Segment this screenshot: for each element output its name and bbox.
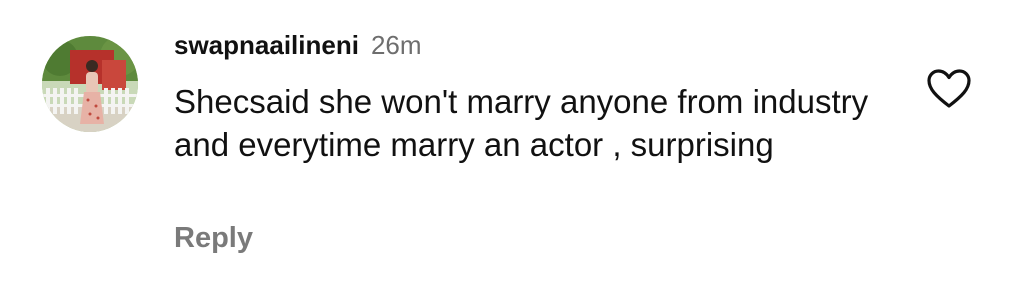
- reply-button[interactable]: Reply: [174, 222, 253, 255]
- avatar[interactable]: [42, 36, 138, 132]
- avatar-photo: [42, 36, 138, 132]
- heart-icon[interactable]: [926, 68, 972, 110]
- timestamp: 26m: [370, 30, 422, 60]
- username[interactable]: swapnaailineni: [174, 30, 359, 61]
- comment-content: swapnaailineni 26m Shecsaid she won't ma…: [174, 30, 894, 166]
- comment-text: Shecsaid she won't marry anyone from ind…: [174, 83, 869, 163]
- comment-item: swapnaailineni 26m Shecsaid she won't ma…: [0, 0, 1024, 303]
- comment-meta: swapnaailineni 26m: [174, 30, 894, 66]
